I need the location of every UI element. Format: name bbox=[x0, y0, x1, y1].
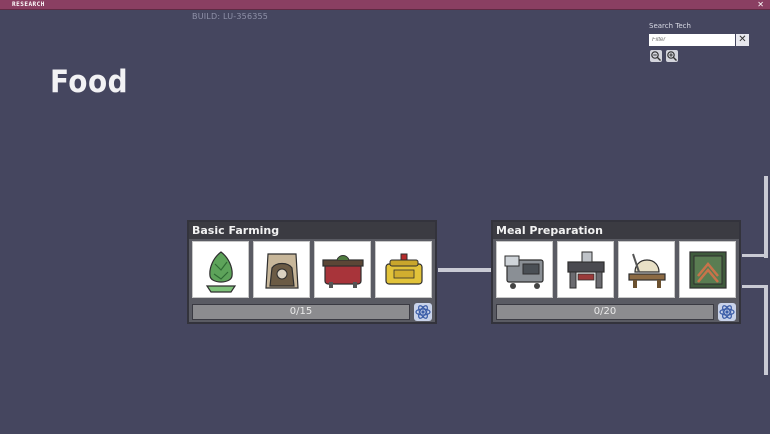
close-icon[interactable]: ✕ bbox=[757, 0, 764, 10]
zoom-in-button[interactable] bbox=[666, 50, 678, 62]
zoom-in-icon bbox=[667, 51, 677, 61]
search-input[interactable] bbox=[649, 34, 735, 46]
window-title: RESEARCH bbox=[12, 1, 45, 8]
compost-sack-icon bbox=[264, 252, 299, 289]
microbe-musher-icon bbox=[504, 255, 544, 289]
research-progress: 0/15 bbox=[192, 304, 410, 320]
tech-card-basic-farming[interactable]: Basic Farming 0/15 bbox=[187, 220, 437, 324]
unlock-list bbox=[192, 241, 434, 299]
unlock-tile[interactable] bbox=[496, 241, 553, 298]
sink-icon bbox=[627, 253, 666, 288]
unlock-tile[interactable] bbox=[314, 241, 371, 298]
connector-vertical-2 bbox=[764, 285, 768, 375]
plant-icon bbox=[205, 250, 236, 293]
unlock-tile[interactable] bbox=[375, 241, 432, 298]
ration-box-icon bbox=[384, 253, 423, 285]
zoom-out-button[interactable] bbox=[650, 50, 662, 62]
tech-card-meal-preparation[interactable]: Meal Preparation 0/20 bbox=[491, 220, 741, 324]
connector-meal-out-2 bbox=[742, 285, 764, 288]
atom-icon bbox=[415, 305, 431, 319]
farm-tile-icon bbox=[688, 250, 727, 289]
atom-icon bbox=[719, 305, 735, 319]
build-label: BUILD: LU-356355 bbox=[192, 12, 269, 21]
unlock-tile[interactable] bbox=[253, 241, 310, 298]
planter-box-icon bbox=[321, 254, 364, 288]
queue-research-button[interactable] bbox=[414, 303, 432, 321]
unlock-tile[interactable] bbox=[557, 241, 614, 298]
category-title: Food bbox=[50, 64, 129, 100]
connector-meal-out bbox=[742, 254, 764, 257]
research-progress: 0/20 bbox=[496, 304, 714, 320]
grill-icon bbox=[566, 251, 605, 288]
connector-basic-to-meal bbox=[438, 268, 492, 272]
tech-title: Basic Farming bbox=[189, 222, 435, 239]
clear-search-button[interactable]: ✕ bbox=[736, 34, 749, 46]
queue-research-button[interactable] bbox=[718, 303, 736, 321]
unlock-tile[interactable] bbox=[618, 241, 675, 298]
zoom-out-icon bbox=[651, 51, 661, 61]
unlock-tile[interactable] bbox=[192, 241, 249, 298]
connector-vertical bbox=[764, 176, 768, 258]
search-label: Search Tech bbox=[649, 22, 691, 30]
window-titlebar[interactable]: RESEARCH ✕ bbox=[0, 0, 770, 10]
unlock-list bbox=[496, 241, 738, 299]
tech-title: Meal Preparation bbox=[493, 222, 739, 239]
unlock-tile[interactable] bbox=[679, 241, 736, 298]
